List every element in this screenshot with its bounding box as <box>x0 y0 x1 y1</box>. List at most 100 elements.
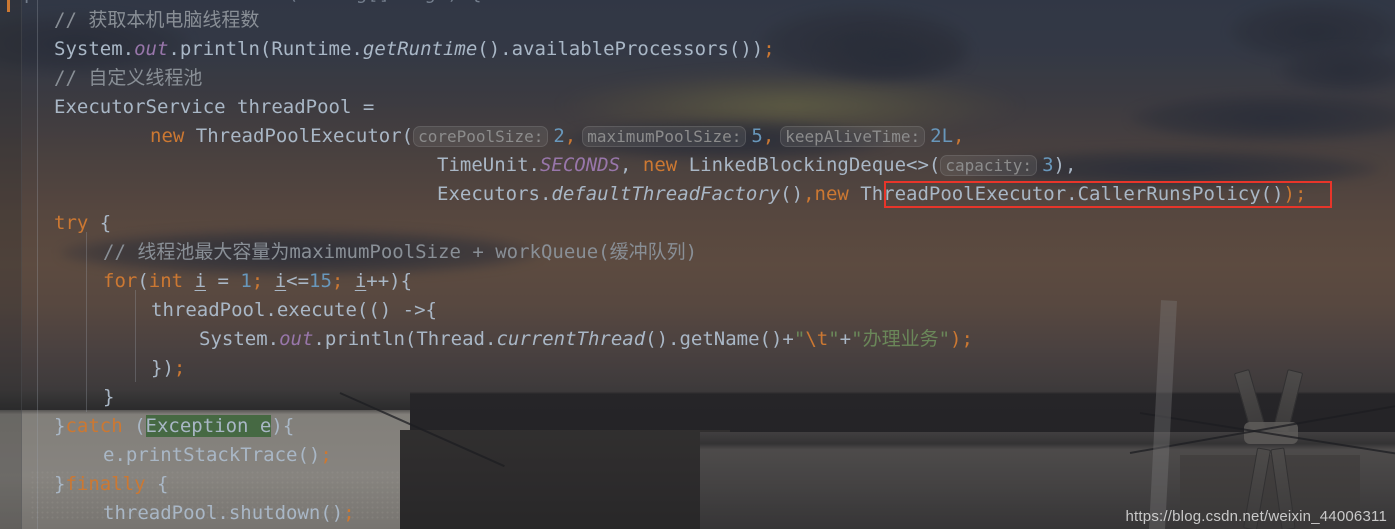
code-line[interactable]: // 线程池最大容量为maximumPoolSize + workQueue(缓… <box>0 238 1395 267</box>
token-keyword: int <box>148 270 184 292</box>
token-method: defaultThreadFactory <box>551 183 781 205</box>
code-line[interactable]: e.printStackTrace(); <box>0 441 1395 470</box>
code-line[interactable]: }finally { <box>0 470 1395 499</box>
token-keyword: new <box>642 154 678 176</box>
code-line-text: }finally { <box>54 470 168 499</box>
code-line[interactable]: // 自定义线程池 <box>0 64 1395 93</box>
token: }) <box>151 357 174 379</box>
token: e.printStackTrace() <box>103 444 321 466</box>
token-number: 1 <box>240 270 252 292</box>
code-line[interactable]: TimeUnit.SECONDS, new LinkedBlockingDequ… <box>0 151 1395 180</box>
token-local-var: i <box>354 270 367 292</box>
code-line-text: threadPool.execute(() ->{ <box>151 299 437 321</box>
token: ( <box>137 270 149 292</box>
token: } <box>54 415 66 437</box>
code-line[interactable]: System.out.println(Thread.currentThread(… <box>0 325 1395 354</box>
code-line[interactable]: ExecutorService threadPool = <box>0 93 1395 122</box>
token: ().availableProcessors()) <box>477 38 764 60</box>
token-punct: , <box>803 183 815 205</box>
token-method: currentThread <box>496 328 646 350</box>
token-punct: ; <box>343 502 355 524</box>
token-keyword: for <box>103 270 138 292</box>
token: } <box>54 473 66 495</box>
code-line[interactable]: }); <box>0 354 1395 383</box>
code-line-text: }catch (Exception e){ <box>54 412 294 441</box>
token: () <box>780 183 804 205</box>
token-punct: ), <box>1053 154 1077 176</box>
code-line-text: new ThreadPoolExecutor(corePoolSize: 2, ma… <box>150 122 964 151</box>
token: .println(Thread. <box>313 328 497 350</box>
code-line[interactable]: // 获取本机电脑线程数 <box>0 6 1395 35</box>
csdn-watermark: https://blog.csdn.net/weixin_44006311 <box>1125 508 1387 525</box>
token-keyword: finally <box>65 473 146 495</box>
code-line[interactable]: threadPool.execute(() ->{ <box>0 296 1395 325</box>
token: System. <box>199 328 280 350</box>
code-line-text: System.out.println(Thread.currentThread(… <box>199 325 973 354</box>
token: = <box>206 270 241 292</box>
token: Executors. <box>437 183 552 205</box>
token-punct: , <box>762 125 775 147</box>
code-line-text: System.out.println(Runtime.getRuntime().… <box>54 35 775 64</box>
token-punct: ; <box>331 270 355 292</box>
token-highlighted-exception: Exception e <box>145 415 272 437</box>
token: .println(Runtime. <box>168 38 363 60</box>
code-line-text: }); <box>151 354 185 383</box>
token-punct: , <box>564 125 577 147</box>
token-number: 2L <box>930 125 954 147</box>
token-number: 15 <box>309 270 332 292</box>
param-hint-maximumpoolsize: maximumPoolSize: <box>582 126 747 147</box>
code-line-text: try { <box>54 209 111 238</box>
code-line[interactable]: }catch (Exception e){ <box>0 412 1395 441</box>
token-static-field: out <box>279 328 314 350</box>
code-line-text: Executors.defaultThreadFactory(),new Thr… <box>437 180 1306 209</box>
token-punct: ; <box>173 357 186 379</box>
code-comment: // 获取本机电脑线程数 <box>54 9 260 31</box>
code-line[interactable]: new ThreadPoolExecutor(corePoolSize: 2, ma… <box>0 122 1395 151</box>
token-punct: , <box>953 125 965 147</box>
token-local-var: i <box>274 270 287 292</box>
token: { <box>145 473 169 495</box>
token-punct: , <box>620 154 643 176</box>
code-line-text: for(int i = 1; i<=15; i++){ <box>103 267 412 296</box>
code-line-text: } <box>103 386 115 408</box>
token: LinkedBlockingDeque<>( <box>677 154 941 176</box>
param-hint-corepoolsize: corePoolSize: <box>413 126 549 147</box>
code-editor[interactable]: public static void main(String[] args) {… <box>0 0 1395 529</box>
token: ().getName()+ <box>645 328 794 350</box>
token: threadPool.shutdown() <box>103 502 344 524</box>
token: ( <box>122 415 146 437</box>
token-number: 3 <box>1042 154 1054 176</box>
token-number: 2 <box>553 125 565 147</box>
param-hint-capacity: capacity: <box>940 155 1038 176</box>
token: { <box>88 212 112 234</box>
code-line-text: e.printStackTrace(); <box>103 441 332 470</box>
token: + <box>839 328 852 350</box>
code-line[interactable]: } <box>0 383 1395 412</box>
code-line[interactable]: try { <box>0 209 1395 238</box>
code-content[interactable]: public static void main(String[] args) {… <box>0 0 1395 529</box>
token-keyword: new <box>150 125 185 147</box>
token-static-field: SECONDS <box>539 154 621 176</box>
token-punct: ); <box>1283 183 1307 205</box>
token-keyword: try <box>54 212 89 234</box>
token-static-field: out <box>134 38 169 60</box>
token-punct: ; <box>251 270 275 292</box>
token-keyword: catch <box>65 415 123 437</box>
token-callerrunspolicy: ThreadPoolExecutor.CallerRunsPolicy() <box>848 183 1284 205</box>
code-comment: // 自定义线程池 <box>54 67 203 89</box>
code-line[interactable]: for(int i = 1; i<=15; i++){ <box>0 267 1395 296</box>
token-string-chinese: "办理业务" <box>851 328 951 350</box>
token: ThreadPoolExecutor( <box>184 125 414 147</box>
token-keyword: new <box>814 183 849 205</box>
token: <= <box>286 270 310 292</box>
code-line-text: ExecutorService threadPool = <box>54 96 375 118</box>
code-line-text: TimeUnit.SECONDS, new LinkedBlockingDequ… <box>437 151 1076 180</box>
param-hint-keepalivetime: keepAliveTime: <box>780 126 926 147</box>
code-line[interactable]: Executors.defaultThreadFactory(),new Thr… <box>0 180 1395 209</box>
token-method: getRuntime <box>362 38 478 60</box>
token-punct: ; <box>320 444 332 466</box>
code-line[interactable]: System.out.println(Runtime.getRuntime().… <box>0 35 1395 64</box>
token: ){ <box>271 415 295 437</box>
token-number: 5 <box>751 125 763 147</box>
